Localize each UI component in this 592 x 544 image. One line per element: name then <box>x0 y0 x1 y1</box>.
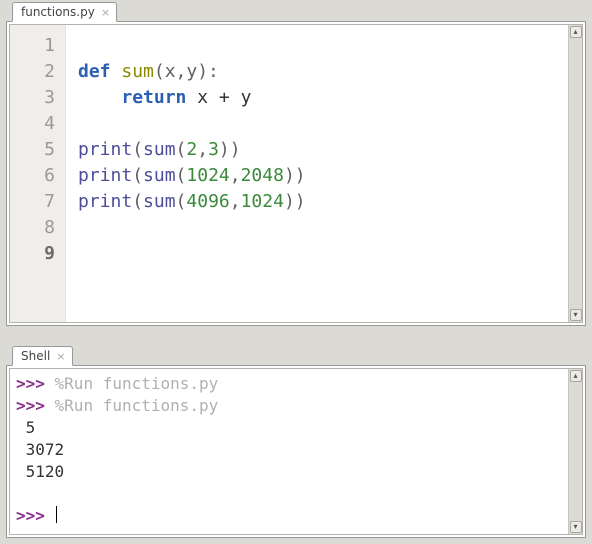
lineno: 5 <box>10 137 65 163</box>
lineno: 6 <box>10 163 65 189</box>
scroll-track[interactable] <box>570 38 582 309</box>
call-print: print <box>78 191 132 212</box>
shell-output: 5 <box>16 418 35 437</box>
num: 2 <box>186 139 197 160</box>
kw-def: def <box>78 61 111 82</box>
shell-panel: Shell × >>> %Run functions.py >>> %Run f… <box>6 344 586 538</box>
expr: x + y <box>186 87 251 108</box>
lineno: 8 <box>10 215 65 241</box>
lineno: 2 <box>10 59 65 85</box>
call-print: print <box>78 139 132 160</box>
scroll-up-icon[interactable]: ▴ <box>570 26 582 38</box>
code-area[interactable]: def sum(x,y): return x + y print(sum(2,3… <box>66 25 568 322</box>
close-icon[interactable]: × <box>101 7 110 18</box>
call-print: print <box>78 165 132 186</box>
call-sum: sum <box>143 165 176 186</box>
lineno: 4 <box>10 111 65 137</box>
lineno-current: 9 <box>10 241 65 267</box>
num: 3 <box>208 139 219 160</box>
shell-area[interactable]: >>> %Run functions.py >>> %Run functions… <box>10 369 568 534</box>
editor-tabrow: functions.py × <box>6 0 586 22</box>
lineno: 3 <box>10 85 65 111</box>
shell-run-cmd: %Run functions.py <box>45 396 218 415</box>
cursor-icon <box>56 506 57 523</box>
num: 1024 <box>186 165 229 186</box>
shell-tabrow: Shell × <box>6 344 586 366</box>
tab-functions[interactable]: functions.py × <box>12 2 117 22</box>
tab-label: Shell <box>21 349 50 363</box>
num: 2048 <box>241 165 284 186</box>
prompt: >>> <box>16 506 45 525</box>
scroll-up-icon[interactable]: ▴ <box>570 370 582 382</box>
close-icon[interactable]: × <box>56 351 65 362</box>
call-sum: sum <box>143 139 176 160</box>
editor-inner: 1 2 3 4 5 6 7 8 9 def sum(x,y): return x… <box>9 24 583 323</box>
shell-scrollbar[interactable]: ▴ ▾ <box>568 369 582 534</box>
kw-return: return <box>121 87 186 108</box>
tab-shell[interactable]: Shell × <box>12 346 73 366</box>
func-name: sum <box>121 61 154 82</box>
shell-run-cmd: %Run functions.py <box>45 374 218 393</box>
shell-inner: >>> %Run functions.py >>> %Run functions… <box>9 368 583 535</box>
scroll-down-icon[interactable]: ▾ <box>570 309 582 321</box>
prompt: >>> <box>16 396 45 415</box>
editor-scrollbar[interactable]: ▴ ▾ <box>568 25 582 322</box>
call-sum: sum <box>143 191 176 212</box>
shell-output: 5120 <box>16 462 64 481</box>
params: (x,y): <box>154 61 219 82</box>
lineno: 1 <box>10 33 65 59</box>
prompt: >>> <box>16 374 45 393</box>
tab-label: functions.py <box>21 5 95 19</box>
num: 4096 <box>186 191 229 212</box>
num: 1024 <box>241 191 284 212</box>
editor-gutter: 1 2 3 4 5 6 7 8 9 <box>10 25 66 322</box>
shell-output: 3072 <box>16 440 64 459</box>
scroll-down-icon[interactable]: ▾ <box>570 521 582 533</box>
editor-frame: 1 2 3 4 5 6 7 8 9 def sum(x,y): return x… <box>6 22 586 326</box>
scroll-track[interactable] <box>570 382 582 521</box>
shell-frame: >>> %Run functions.py >>> %Run functions… <box>6 366 586 538</box>
lineno: 7 <box>10 189 65 215</box>
editor-panel: functions.py × 1 2 3 4 5 6 7 8 9 def sum… <box>6 0 586 326</box>
